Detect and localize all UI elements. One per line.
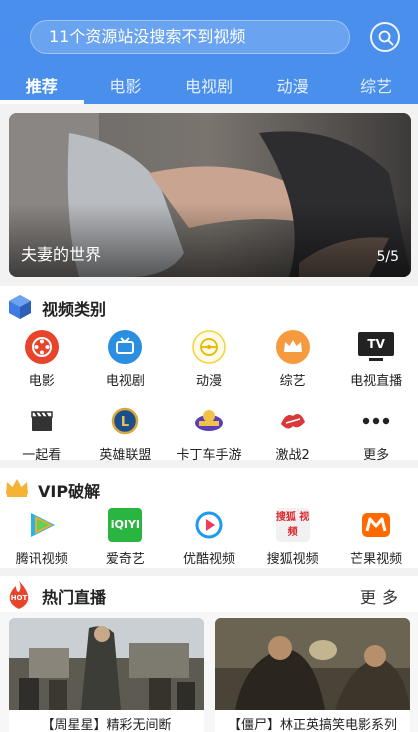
vip-tencent[interactable]: 腾讯视频 xyxy=(0,508,84,572)
category-label: 电视剧 xyxy=(105,374,145,389)
section-header: 视频类别 xyxy=(0,286,418,319)
search-input[interactable]: 11个资源站没搜索不到视频 xyxy=(30,20,350,54)
hot-live-section: HOT 热门直播 更多 【周星星】精彩无间断 【僵尸】林正英搞笑电影系列 xyxy=(0,576,418,732)
tab-tv-series[interactable]: 电视剧 xyxy=(167,72,251,104)
more-dots-icon xyxy=(362,417,390,425)
live-thumbnail xyxy=(9,618,204,710)
app-root: 11个资源站没搜索不到视频 推荐 电影 电视剧 动漫 综艺 夫妻的世界 5/5 … xyxy=(0,0,418,732)
category-label: 一起看 xyxy=(22,448,62,463)
vip-crown-icon xyxy=(6,479,28,497)
banner-carousel[interactable]: 夫妻的世界 5/5 xyxy=(9,113,411,277)
vip-row: 腾讯视频 iQIYI 爱奇艺 优酷视频 搜狐 视频 搜狐视频 芒果视频 xyxy=(0,508,418,572)
banner-title: 夫妻的世界 xyxy=(21,245,102,264)
category-tv-live[interactable]: TV 电视直播 xyxy=(334,330,418,394)
category-cube-icon xyxy=(9,295,31,319)
kart-logo-icon xyxy=(194,410,223,431)
category-row-2: 一起看 L 英雄联盟 卡丁车手游 激战2 更多 xyxy=(0,404,418,468)
vip-sohu[interactable]: 搜狐 视频 搜狐视频 xyxy=(251,508,335,572)
category-more[interactable]: 更多 xyxy=(334,404,418,468)
live-caption: 【僵尸】林正英搞笑电影系列 xyxy=(227,718,397,732)
tv-live-icon: TV xyxy=(358,332,395,362)
category-lol[interactable]: L 英雄联盟 xyxy=(84,404,168,468)
mango-tv-icon xyxy=(362,513,391,537)
anime-icon xyxy=(192,330,226,364)
iqiyi-icon: iQIYI xyxy=(108,508,143,542)
crown-icon xyxy=(275,330,310,364)
hot-badge: HOT xyxy=(10,594,28,602)
vip-iqiyi[interactable]: iQIYI 爱奇艺 xyxy=(84,508,168,572)
youku-icon xyxy=(195,511,223,539)
more-link[interactable]: 更多 xyxy=(360,584,404,608)
tab-variety[interactable]: 综艺 xyxy=(334,72,418,104)
tv-badge: TV xyxy=(358,332,395,356)
tab-movies[interactable]: 电影 xyxy=(84,72,168,104)
category-label: 电视直播 xyxy=(350,374,403,389)
live-caption: 【周星星】精彩无间断 xyxy=(41,718,172,732)
category-label: 激战2 xyxy=(275,448,310,463)
vip-youku[interactable]: 优酷视频 xyxy=(167,508,251,572)
live-thumbnail xyxy=(215,618,410,710)
search-icon xyxy=(378,30,394,46)
category-tv-series[interactable]: 电视剧 xyxy=(84,330,168,394)
live-card-2[interactable]: 【僵尸】林正英搞笑电影系列 xyxy=(215,618,410,732)
header-bar: 11个资源站没搜索不到视频 推荐 电影 电视剧 动漫 综艺 xyxy=(0,0,418,104)
vip-label: 优酷视频 xyxy=(182,552,235,567)
category-label: 更多 xyxy=(363,448,390,463)
vip-mango[interactable]: 芒果视频 xyxy=(334,508,418,572)
search-button[interactable] xyxy=(370,22,400,52)
vip-section: VIP破解 腾讯视频 iQIYI 爱奇艺 优酷视频 搜狐 视频 搜狐视频 芒果视… xyxy=(0,468,418,568)
sohu-icon: 搜狐 视频 xyxy=(275,508,310,542)
category-label: 动漫 xyxy=(195,374,222,389)
category-label: 卡丁车手游 xyxy=(176,448,242,463)
tab-anime[interactable]: 动漫 xyxy=(251,72,335,104)
category-label: 电影 xyxy=(28,374,55,389)
vip-label: 腾讯视频 xyxy=(15,552,68,567)
category-watch-together[interactable]: 一起看 xyxy=(0,404,84,468)
section-title: 视频类别 xyxy=(42,300,107,319)
category-movies[interactable]: 电影 xyxy=(0,330,84,394)
video-categories-section: 视频类别 电影 电视剧 动漫 综艺 TV 电视直播 一起看 L 英雄联盟 卡丁车… xyxy=(0,286,418,463)
category-guild-wars[interactable]: 激战2 xyxy=(251,404,335,468)
category-anime[interactable]: 动漫 xyxy=(167,330,251,394)
svg-text:L: L xyxy=(121,415,129,430)
vip-label: 爱奇艺 xyxy=(105,552,145,567)
category-row-1: 电影 电视剧 动漫 综艺 TV 电视直播 xyxy=(0,330,418,394)
category-label: 综艺 xyxy=(279,374,306,389)
category-kart[interactable]: 卡丁车手游 xyxy=(167,404,251,468)
banner-page-counter: 5/5 xyxy=(376,249,399,265)
vip-label: 搜狐视频 xyxy=(266,552,319,567)
section-header: VIP破解 xyxy=(0,468,418,501)
section-title: 热门直播 xyxy=(42,588,107,607)
clapperboard-icon xyxy=(31,411,53,431)
category-variety[interactable]: 综艺 xyxy=(251,330,335,394)
film-reel-icon xyxy=(24,330,59,364)
live-card-1[interactable]: 【周星星】精彩无间断 xyxy=(9,618,204,732)
guild-wars-logo-icon xyxy=(280,414,305,429)
hot-fire-icon: HOT xyxy=(6,580,32,610)
category-label: 英雄联盟 xyxy=(99,448,152,463)
lol-logo-icon: L xyxy=(112,407,139,435)
vip-label: 芒果视频 xyxy=(350,552,403,567)
active-tab-indicator xyxy=(0,100,84,104)
tv-icon xyxy=(108,330,143,364)
section-header: HOT 热门直播 更多 xyxy=(0,576,418,612)
section-title: VIP破解 xyxy=(38,482,101,501)
tencent-video-icon xyxy=(30,513,55,537)
